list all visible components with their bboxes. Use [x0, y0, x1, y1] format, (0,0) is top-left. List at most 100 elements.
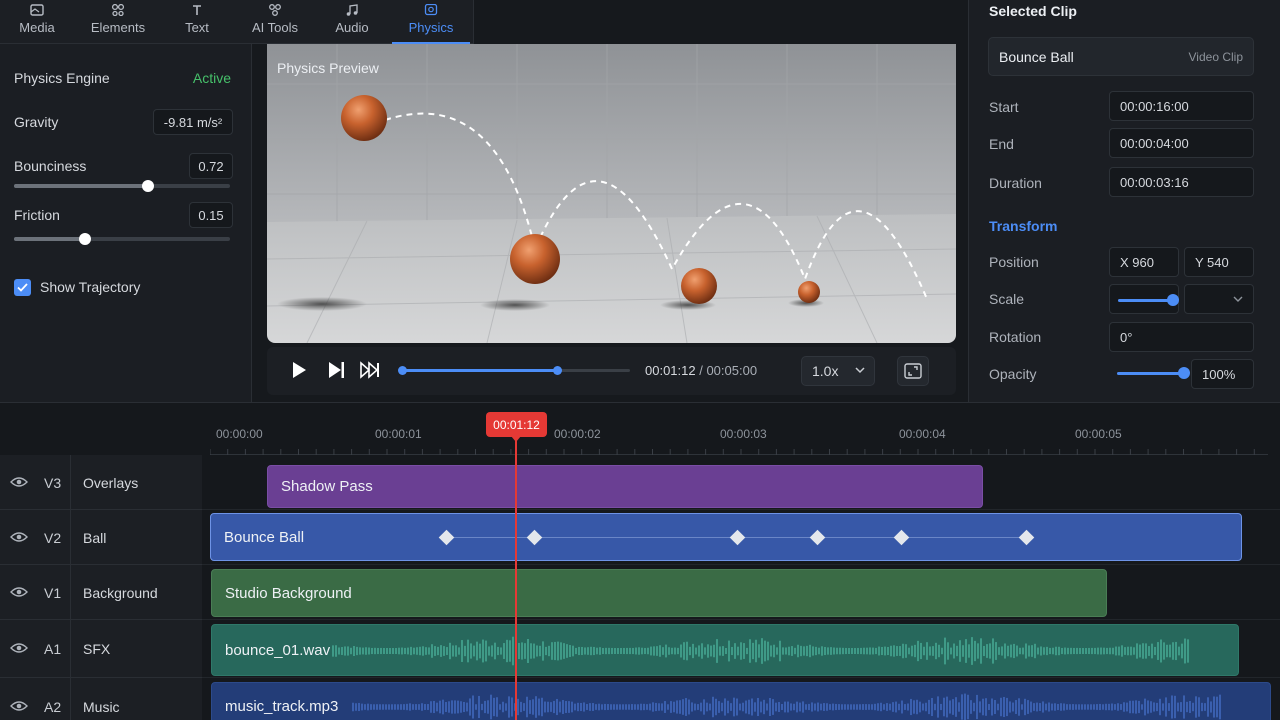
waveform-bar [467, 639, 469, 663]
waveform-bar [1207, 697, 1209, 717]
eye-icon[interactable] [10, 642, 28, 654]
keyframe-marker[interactable] [1018, 529, 1035, 546]
waveform-bar [553, 700, 555, 714]
waveform-bar [1153, 702, 1155, 712]
scrubber-handle[interactable] [553, 366, 563, 375]
scale-dropdown[interactable] [1184, 284, 1254, 314]
tab-elements[interactable]: Elements [86, 0, 150, 44]
track-header-v1[interactable]: V1 Background [0, 565, 202, 620]
waveform-bar [802, 701, 804, 713]
tab-ai-tools[interactable]: AI Tools [248, 0, 302, 44]
waveform-bar [625, 704, 627, 710]
keyframe-marker[interactable] [893, 529, 910, 546]
track-header-a1[interactable]: A1 SFX [0, 620, 202, 678]
waveform-bar [1105, 703, 1107, 711]
waveform-bar [890, 645, 892, 657]
play-button[interactable] [291, 361, 307, 382]
gravity-input[interactable]: -9.81 m/s² [153, 109, 233, 135]
start-time-field[interactable]: 00:00:16:00 [1109, 91, 1254, 121]
clip-sfx-audio[interactable]: bounce_01.wav [211, 624, 1239, 676]
keyframe-marker[interactable] [729, 529, 746, 546]
waveform-bar [862, 704, 864, 710]
bounciness-input[interactable]: 0.72 [189, 153, 233, 179]
timeline-ruler[interactable]: 00:00:00 00:00:01 00:00:02 00:00:03 00:0… [202, 403, 1280, 455]
waveform-bar [919, 701, 921, 713]
waveform-bar [763, 699, 765, 715]
friction-slider[interactable] [14, 233, 230, 245]
track-header-a2[interactable]: A2 Music [0, 678, 202, 720]
playback-speed-select[interactable]: 1.0x [801, 356, 875, 386]
eye-icon[interactable] [10, 700, 28, 712]
waveform-bar [979, 701, 981, 713]
track-name: Ball [83, 530, 107, 546]
tab-audio[interactable]: Audio [332, 0, 372, 44]
eye-icon[interactable] [10, 586, 28, 598]
waveform-bar [1204, 703, 1206, 711]
waveform-bar [412, 704, 414, 710]
waveform-bar [1072, 704, 1074, 710]
keyframe-marker[interactable] [526, 529, 543, 546]
scrubber-start-handle[interactable] [398, 366, 407, 375]
opacity-slider-handle[interactable] [1178, 367, 1190, 379]
opacity-field[interactable]: 100% [1191, 359, 1254, 389]
waveform-bar [934, 703, 936, 711]
step-forward-button[interactable] [327, 361, 345, 382]
scale-slider[interactable] [1109, 284, 1179, 314]
waveform-bar [692, 643, 694, 659]
track-header-v2[interactable]: V2 Ball [0, 510, 202, 565]
position-y-field[interactable]: Y 540 [1184, 247, 1254, 277]
waveform-bar [676, 700, 678, 714]
tab-media[interactable]: Media [14, 0, 60, 44]
clip-shadow-pass[interactable]: Shadow Pass [267, 465, 983, 508]
keyframe-marker[interactable] [809, 529, 826, 546]
waveform-bar [506, 639, 508, 663]
duration-field[interactable]: 00:00:03:16 [1109, 167, 1254, 197]
track-name: SFX [83, 641, 111, 657]
eye-icon[interactable] [10, 476, 28, 488]
keyframe-marker[interactable] [438, 529, 455, 546]
physics-preview-canvas[interactable]: Physics Preview [267, 44, 956, 343]
track-id: A2 [44, 699, 62, 715]
waveform-bar [1106, 647, 1108, 655]
slider-handle[interactable] [79, 233, 92, 245]
tab-text[interactable]: Text [180, 0, 214, 44]
friction-input[interactable]: 0.15 [189, 202, 233, 228]
waveform-bar [1079, 647, 1081, 655]
bounciness-slider[interactable] [14, 180, 230, 192]
end-time-field[interactable]: 00:00:04:00 [1109, 128, 1254, 158]
clip-music-audio[interactable]: music_track.mp3 [211, 682, 1271, 720]
fast-forward-button[interactable] [360, 361, 380, 382]
fit-to-screen-button[interactable] [897, 356, 929, 386]
tab-physics[interactable]: Physics [392, 0, 470, 44]
waveform-bar [364, 704, 366, 710]
scale-slider-handle[interactable] [1167, 294, 1179, 306]
eye-icon[interactable] [10, 531, 28, 543]
waveform-bar [1036, 702, 1038, 712]
waveform-bar [824, 646, 826, 656]
waveform-bar [691, 702, 693, 712]
show-trajectory-checkbox[interactable] [14, 279, 31, 296]
waveform-bar [697, 704, 699, 710]
waveform-bar [701, 643, 703, 659]
preview-scrubber[interactable] [398, 366, 630, 375]
waveform-bar [407, 647, 409, 655]
waveform-bar [1096, 704, 1098, 710]
opacity-label: Opacity [989, 366, 1037, 382]
position-x-field[interactable]: X 960 [1109, 247, 1179, 277]
clip-studio-background[interactable]: Studio Background [211, 569, 1107, 617]
playhead-line[interactable] [515, 434, 517, 720]
slider-handle[interactable] [141, 180, 154, 192]
waveform-bar [679, 700, 681, 714]
waveform-bar [964, 693, 966, 720]
waveform-bar [877, 703, 879, 711]
playhead-time-badge[interactable]: 00:01:12 [486, 412, 547, 437]
waveform-bar [497, 646, 499, 656]
track-header-v3[interactable]: V3 Overlays [0, 455, 202, 510]
clip-bounce-ball[interactable]: Bounce Ball [210, 513, 1242, 561]
waveform-bar [988, 703, 990, 711]
track-name: Music [83, 699, 120, 715]
ruler-label: 00:00:04 [899, 427, 946, 441]
selected-clip-card[interactable]: Bounce Ball Video Clip [988, 37, 1254, 76]
rotation-field[interactable]: 0° [1109, 322, 1254, 352]
opacity-slider[interactable] [1117, 372, 1185, 375]
